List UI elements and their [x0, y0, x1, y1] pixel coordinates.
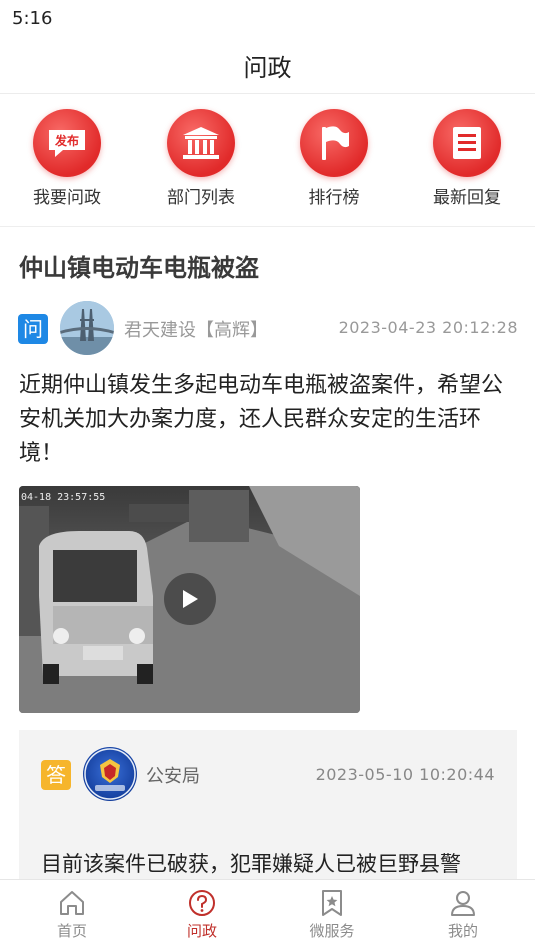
home-icon [60, 891, 84, 915]
shortcut-ask[interactable]: 发布 我要问政 [12, 109, 122, 208]
shortcut-ranking[interactable]: 排行榜 [279, 109, 389, 208]
shortcut-departments[interactable]: 部门列表 [146, 109, 256, 208]
shortcut-grid: 发布 我要问政 部门列表 排行榜 最新回复 [0, 95, 535, 227]
shortcut-label: 最新回复 [433, 188, 501, 208]
reply-content: 目前该案件已破获，犯罪嫌疑人已被巨野县警 [41, 852, 461, 876]
tab-label: 首页 [56, 922, 87, 940]
flag-icon [300, 109, 368, 177]
shortcut-label: 我要问政 [33, 188, 101, 208]
ask-tag: 问 [18, 314, 48, 344]
user-icon [451, 891, 475, 916]
publish-icon: 发布 [33, 109, 101, 177]
play-button[interactable] [164, 573, 216, 625]
tab-label: 问政 [186, 922, 217, 940]
post-title[interactable]: 仲山镇电动车电瓶被盗 [19, 248, 259, 283]
author-name[interactable]: 君天建设【高辉】 [124, 316, 268, 342]
status-time: 5:16 [12, 8, 53, 29]
svg-text:发布: 发布 [54, 133, 79, 148]
bottom-tab-bar: 首页 问政 微服务 我的 [0, 879, 535, 951]
tab-label: 微服务 [309, 922, 355, 940]
tab-micro-services[interactable]: 微服务 [282, 888, 382, 941]
shortcut-label: 部门列表 [167, 188, 235, 208]
tab-mine[interactable]: 我的 [413, 888, 513, 941]
tab-label: 我的 [447, 922, 478, 940]
title-bar: 问政 [0, 38, 535, 94]
tab-home[interactable]: 首页 [22, 888, 122, 941]
police-badge-avatar [83, 747, 137, 801]
shortcut-label: 排行榜 [308, 188, 360, 208]
status-bar: 5:16 [0, 0, 535, 38]
video-player[interactable]: 04-18 23:57:55 [19, 486, 360, 713]
star-bookmark-icon [322, 890, 342, 916]
government-building-icon [167, 109, 235, 177]
shortcut-latest-replies[interactable]: 最新回复 [412, 109, 522, 208]
reply-card: 答 公安局 2023-05-10 10:20:44 目前该案件已破获，犯罪嫌疑人… [19, 730, 517, 880]
document-list-icon [433, 109, 501, 177]
reply-time: 2023-05-10 10:20:44 [315, 765, 495, 784]
page-title: 问政 [243, 54, 292, 82]
post-content: 近期仲山镇发生多起电动车电瓶被盗案件，希望公安机关加大办案力度，还人民群众安定的… [19, 373, 504, 466]
play-icon [183, 590, 198, 608]
avatar[interactable] [60, 301, 114, 355]
reply-author[interactable]: 公安局 [146, 762, 200, 788]
tab-inquiry[interactable]: 问政 [152, 888, 252, 941]
reply-tag: 答 [41, 760, 71, 790]
post-meta: 问 君天建设【高辉】 2023-04-23 20:12:28 [18, 301, 518, 357]
post-time: 2023-04-23 20:12:28 [338, 318, 518, 337]
question-icon [189, 890, 215, 916]
video-timestamp: 04-18 23:57:55 [21, 492, 106, 503]
